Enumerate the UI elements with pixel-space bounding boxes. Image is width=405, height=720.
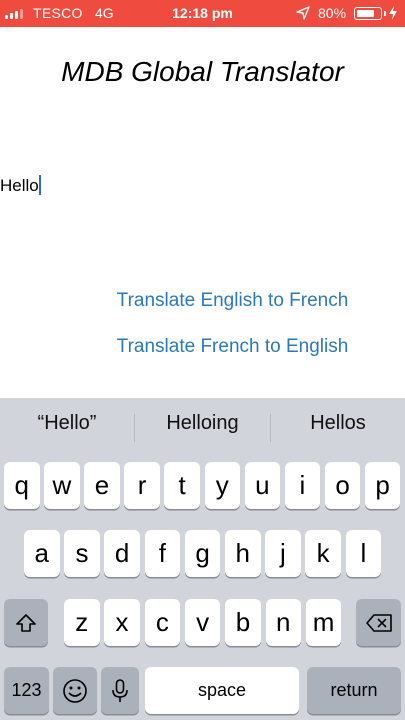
key-q[interactable]: q xyxy=(4,462,40,509)
suggestion-bar: “Hello” Helloing Hellos xyxy=(0,398,405,454)
numbers-key[interactable]: 123 xyxy=(4,667,49,714)
key-n[interactable]: n xyxy=(265,599,301,646)
key-e[interactable]: e xyxy=(84,462,120,509)
key-k[interactable]: k xyxy=(305,530,341,577)
backspace-key[interactable] xyxy=(356,599,401,646)
key-s[interactable]: s xyxy=(64,530,100,577)
emoji-key[interactable] xyxy=(53,667,97,714)
location-arrow-icon xyxy=(296,6,310,20)
key-v[interactable]: v xyxy=(184,599,221,646)
key-r[interactable]: r xyxy=(124,462,160,509)
suggestion-item[interactable]: Hellos xyxy=(271,412,405,435)
key-g[interactable]: g xyxy=(184,530,221,577)
text-input-value: Hello xyxy=(0,176,39,195)
suggestion-item[interactable]: “Hello” xyxy=(0,412,134,435)
battery-fill xyxy=(356,9,375,17)
key-o[interactable]: o xyxy=(324,462,361,509)
key-p[interactable]: p xyxy=(364,462,401,509)
key-b[interactable]: b xyxy=(225,599,261,646)
microphone-icon xyxy=(112,678,128,702)
charging-bolt-icon xyxy=(389,6,397,20)
text-input-field[interactable]: Hello xyxy=(0,172,405,200)
shift-icon xyxy=(16,613,36,632)
microphone-key[interactable] xyxy=(101,667,139,714)
emoji-icon xyxy=(63,678,87,703)
key-i[interactable]: i xyxy=(284,462,321,509)
app-title: MDB Global Translator xyxy=(61,56,344,87)
key-a[interactable]: a xyxy=(24,530,60,577)
key-f[interactable]: f xyxy=(144,530,181,577)
key-h[interactable]: h xyxy=(225,530,261,577)
battery-icon xyxy=(354,7,386,20)
key-y[interactable]: y xyxy=(204,462,240,509)
backspace-icon xyxy=(365,613,392,632)
key-u[interactable]: u xyxy=(244,462,281,509)
key-l[interactable]: l xyxy=(345,530,382,577)
status-bar: TESCO 4G 12:18 pm 80% xyxy=(0,0,405,27)
key-c[interactable]: c xyxy=(144,599,181,646)
key-w[interactable]: w xyxy=(44,462,80,509)
shift-key[interactable] xyxy=(4,599,48,646)
text-cursor xyxy=(38,175,41,195)
keyboard: “Hello” Helloing Hellos qwertyuiop asdfgh… xyxy=(0,398,405,720)
key-x[interactable]: x xyxy=(104,599,140,646)
translate-english-to-french-button[interactable]: Translate English to French xyxy=(0,290,405,312)
space-key[interactable]: space xyxy=(145,667,299,714)
key-j[interactable]: j xyxy=(265,530,301,577)
return-key[interactable]: return xyxy=(307,667,401,714)
key-d[interactable]: d xyxy=(104,530,140,577)
suggestion-item[interactable]: Helloing xyxy=(135,412,270,435)
key-z[interactable]: z xyxy=(64,599,100,646)
battery-percent: 80% xyxy=(318,5,347,21)
key-t[interactable]: t xyxy=(164,462,200,509)
translate-french-to-english-button[interactable]: Translate French to English xyxy=(0,336,405,358)
key-m[interactable]: m xyxy=(305,599,342,646)
